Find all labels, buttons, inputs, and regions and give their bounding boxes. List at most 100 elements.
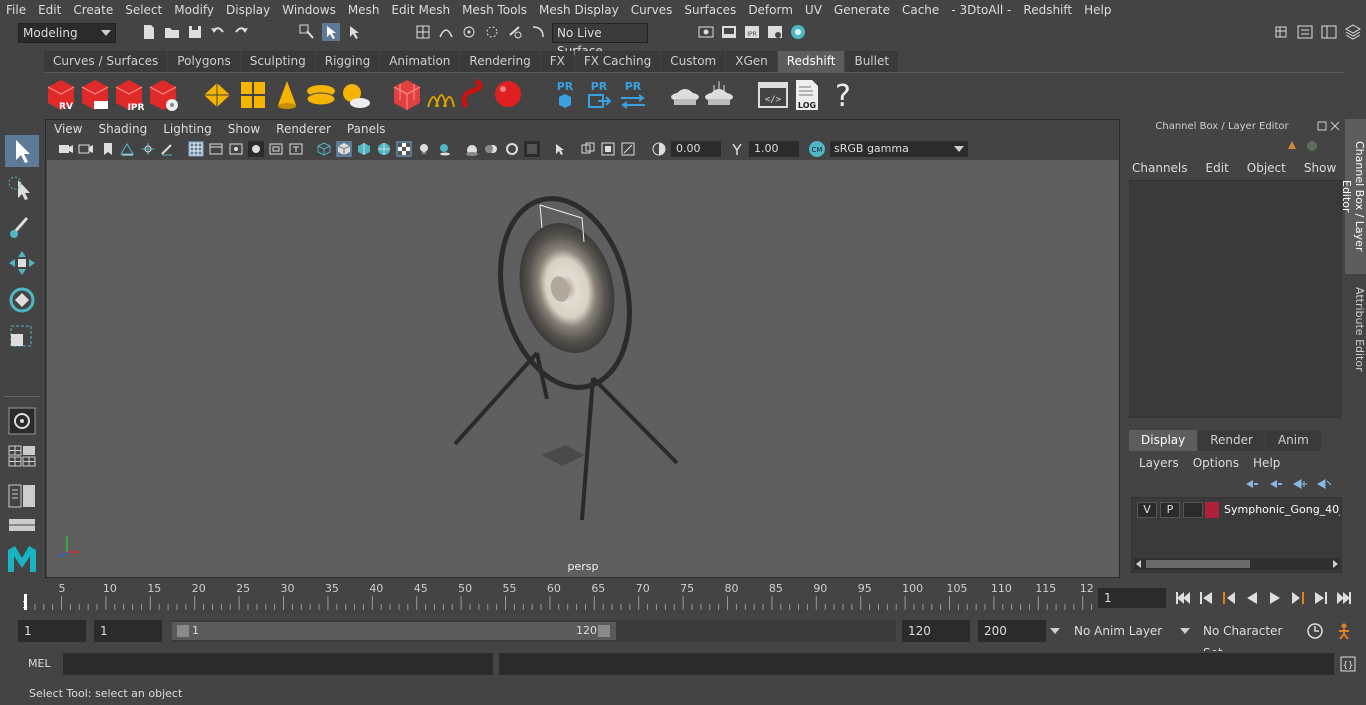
layer-tab-display[interactable]: Display	[1129, 430, 1198, 451]
hypershade-icon[interactable]	[789, 23, 807, 41]
textured-icon[interactable]	[396, 141, 412, 157]
menu-mesh-tools[interactable]: Mesh Tools	[456, 3, 533, 17]
auto-key-icon[interactable]	[1306, 622, 1324, 640]
range-end-grip[interactable]	[598, 625, 610, 637]
tab-custom[interactable]: Custom	[661, 51, 726, 72]
xray-joints-icon[interactable]	[620, 141, 636, 157]
redshift-curve-icon[interactable]	[458, 77, 492, 113]
gate-mask-icon[interactable]	[248, 141, 264, 157]
redshift-proxy-icon[interactable]	[390, 77, 424, 113]
go-to-start-icon[interactable]	[1174, 590, 1192, 606]
undo-icon[interactable]	[209, 23, 227, 41]
redshift-bake-set-icon[interactable]	[702, 77, 736, 113]
layer-name[interactable]: Symphonic_Gong_40_i	[1224, 502, 1340, 518]
redshift-pr-export-icon[interactable]: PR	[582, 77, 616, 113]
gong-model[interactable]	[47, 160, 1119, 577]
go-to-end-icon[interactable]	[1335, 590, 1353, 606]
paint-select-tool-icon[interactable]	[5, 210, 39, 242]
tab-attribute-editor[interactable]: Attribute Editor	[1345, 279, 1366, 379]
redshift-dome-light-icon[interactable]	[304, 77, 338, 113]
layer-tab-anim[interactable]: Anim	[1265, 430, 1321, 451]
exposure-field[interactable]: 0.00	[671, 141, 721, 157]
panel-float-close-icon[interactable]	[1317, 121, 1341, 131]
redshift-bake-icon[interactable]	[668, 77, 702, 113]
new-scene-icon[interactable]	[140, 23, 158, 41]
move-tool-icon[interactable]	[5, 247, 39, 279]
menu-deform[interactable]: Deform	[742, 3, 799, 17]
redshift-pr-swap-icon[interactable]: PR	[616, 77, 650, 113]
use-all-lights-icon[interactable]	[416, 141, 432, 157]
range-slider-handle[interactable]: 1 120	[172, 622, 616, 640]
exposure-icon[interactable]	[651, 141, 667, 157]
show-manipulator-icon[interactable]	[5, 405, 39, 437]
tab-rigging[interactable]: Rigging	[315, 51, 380, 72]
animation-preferences-icon[interactable]	[1336, 622, 1356, 640]
safe-action-icon[interactable]	[288, 141, 304, 157]
outliner-layout-icon[interactable]	[8, 484, 36, 508]
layer-menu-help[interactable]: Help	[1253, 456, 1280, 470]
anim-layer-dropdown[interactable]: No Anim Layer	[1068, 620, 1172, 642]
3d-viewport[interactable]: persp	[47, 160, 1119, 577]
motion-blur-icon[interactable]	[484, 141, 500, 157]
redshift-log-icon[interactable]: LOG	[790, 77, 824, 113]
layer-action-icons[interactable]	[1244, 477, 1334, 491]
animation-end-field[interactable]: 200	[978, 620, 1046, 642]
layer-menu-options[interactable]: Options	[1193, 456, 1239, 470]
channel-menu-edit[interactable]: Edit	[1206, 161, 1229, 175]
menu-create[interactable]: Create	[67, 3, 119, 17]
redshift-portal-light-icon[interactable]	[236, 77, 270, 113]
channel-menu-object[interactable]: Object	[1247, 161, 1286, 175]
camera-icon[interactable]	[58, 141, 74, 157]
rotate-tool-icon[interactable]	[5, 284, 39, 316]
channel-menu-channels[interactable]: Channels	[1132, 161, 1188, 175]
tab-xgen[interactable]: XGen	[726, 51, 777, 72]
scale-tool-icon[interactable]	[5, 320, 39, 352]
menu-select[interactable]: Select	[119, 3, 168, 17]
shadows-icon[interactable]	[436, 141, 452, 157]
play-forwards-icon[interactable]	[1266, 590, 1284, 606]
menu-windows[interactable]: Windows	[276, 3, 342, 17]
gamma-icon[interactable]	[729, 141, 745, 157]
step-back-key-icon[interactable]	[1220, 590, 1238, 606]
render-settings-icon[interactable]	[766, 23, 784, 41]
redshift-batch-render-icon[interactable]	[78, 77, 112, 113]
2d-pan-zoom-icon[interactable]	[140, 141, 156, 157]
redshift-script-icon[interactable]: </>	[756, 77, 790, 113]
redshift-pr-cube-icon[interactable]: PR	[548, 77, 582, 113]
xray-icon[interactable]	[580, 141, 596, 157]
menu-3dtoall[interactable]: - 3DtoAll -	[945, 3, 1017, 17]
xray-active-components-icon[interactable]	[600, 141, 616, 157]
depth-of-field-icon[interactable]	[524, 141, 540, 157]
mode-dropdown[interactable]: Modeling	[18, 23, 116, 43]
default-material-icon[interactable]	[356, 141, 372, 157]
tab-curves-surfaces[interactable]: Curves / Surfaces	[44, 51, 168, 72]
menu-mesh[interactable]: Mesh	[342, 3, 386, 17]
render-view-icon[interactable]	[697, 23, 715, 41]
viewport-menu-panels[interactable]: Panels	[339, 120, 394, 139]
image-plane-icon[interactable]	[119, 141, 135, 157]
time-slider[interactable]: 5 10 15 20 25 30 35 40 45 50 55 60 65 70 75 80 85 90 95 100…	[18, 580, 1093, 612]
tab-animation[interactable]: Animation	[380, 51, 460, 72]
redshift-ipr-icon[interactable]: IPR	[112, 77, 146, 113]
step-forward-icon[interactable]	[1312, 590, 1330, 606]
snap-point-icon[interactable]	[460, 23, 478, 41]
viewport-menu-view[interactable]: View	[46, 120, 90, 139]
screen-space-ao-icon[interactable]	[464, 141, 480, 157]
camera-attributes-icon[interactable]	[78, 141, 94, 157]
menu-uv[interactable]: UV	[799, 3, 828, 17]
snap-together-icon[interactable]	[529, 23, 547, 41]
layer-menu-layers[interactable]: Layers	[1139, 456, 1179, 470]
range-start-grip[interactable]	[177, 625, 189, 637]
resolution-gate-icon[interactable]	[228, 141, 244, 157]
select-by-component-icon[interactable]	[345, 23, 363, 41]
wireframe-on-shaded-icon[interactable]	[376, 141, 392, 157]
menu-help[interactable]: Help	[1078, 3, 1117, 17]
multisample-aa-icon[interactable]	[504, 141, 520, 157]
isolate-select-icon[interactable]	[552, 141, 568, 157]
field-chart-icon[interactable]	[268, 141, 284, 157]
viewport-menu-renderer[interactable]: Renderer	[268, 120, 339, 139]
single-pane-layout-icon[interactable]	[8, 445, 36, 467]
menu-generate[interactable]: Generate	[828, 3, 896, 17]
script-language-label[interactable]: MEL	[28, 657, 51, 670]
grease-pencil-icon[interactable]	[159, 141, 175, 157]
